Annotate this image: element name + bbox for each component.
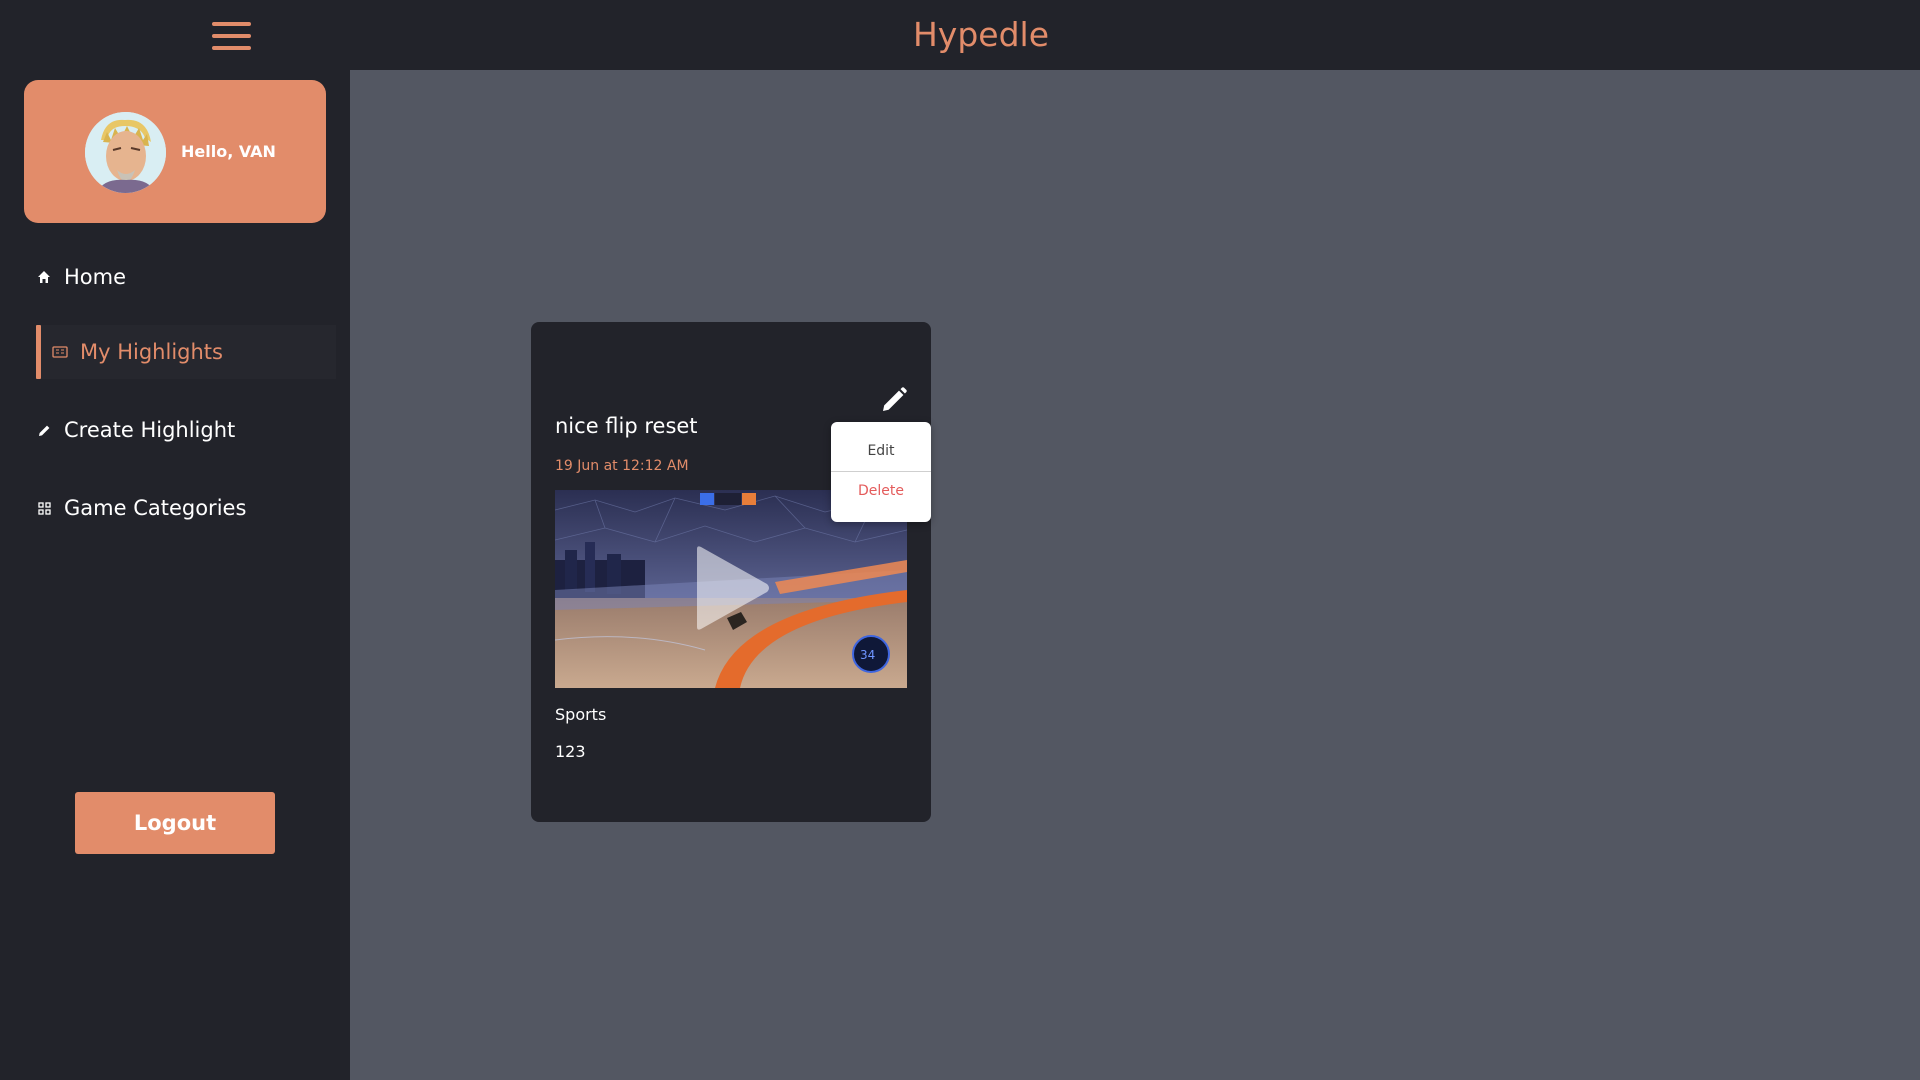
edit-option[interactable]: Edit <box>831 432 931 470</box>
top-bar: Hypedle <box>0 0 1920 70</box>
active-indicator <box>36 325 41 379</box>
sidebar-item-game-categories[interactable]: Game Categories <box>36 481 336 535</box>
pencil-icon <box>36 422 52 438</box>
highlight-count: 123 <box>555 742 586 761</box>
app-title: Hypedle <box>912 15 1049 54</box>
highlight-category: Sports <box>555 705 607 724</box>
sidebar-item-create-highlight[interactable]: Create Highlight <box>36 403 336 457</box>
logout-button[interactable]: Logout <box>75 792 275 854</box>
sidebar-item-label: Home <box>64 265 127 289</box>
play-icon[interactable] <box>691 545 771 631</box>
svg-text:34: 34 <box>860 648 875 662</box>
edit-pencil-icon[interactable] <box>876 382 912 418</box>
sidebar-item-label: My Highlights <box>80 340 223 364</box>
sidebar-item-label: Game Categories <box>64 496 247 520</box>
delete-option[interactable]: Delete <box>831 472 931 510</box>
highlights-list-icon <box>52 344 68 360</box>
home-icon <box>36 269 52 285</box>
highlight-title: nice flip reset <box>555 414 698 438</box>
sidebar-item-home[interactable]: Home <box>36 250 336 304</box>
sidebar: Hello, VAN Home My Highlights Create Hig… <box>0 70 350 1080</box>
avatar <box>85 112 166 193</box>
card-options-dropdown: Edit Delete <box>831 422 931 522</box>
sidebar-item-my-highlights[interactable]: My Highlights <box>36 325 336 379</box>
profile-card: Hello, VAN <box>24 80 326 223</box>
grid-icon <box>36 500 52 516</box>
sidebar-item-label: Create Highlight <box>64 418 236 442</box>
greeting-text: Hello, VAN <box>181 142 276 161</box>
highlight-card: nice flip reset 19 Jun at 12:12 AM 34 Sp… <box>531 322 931 822</box>
highlight-date: 19 Jun at 12:12 AM <box>555 458 689 474</box>
hamburger-menu-icon[interactable] <box>212 22 251 50</box>
